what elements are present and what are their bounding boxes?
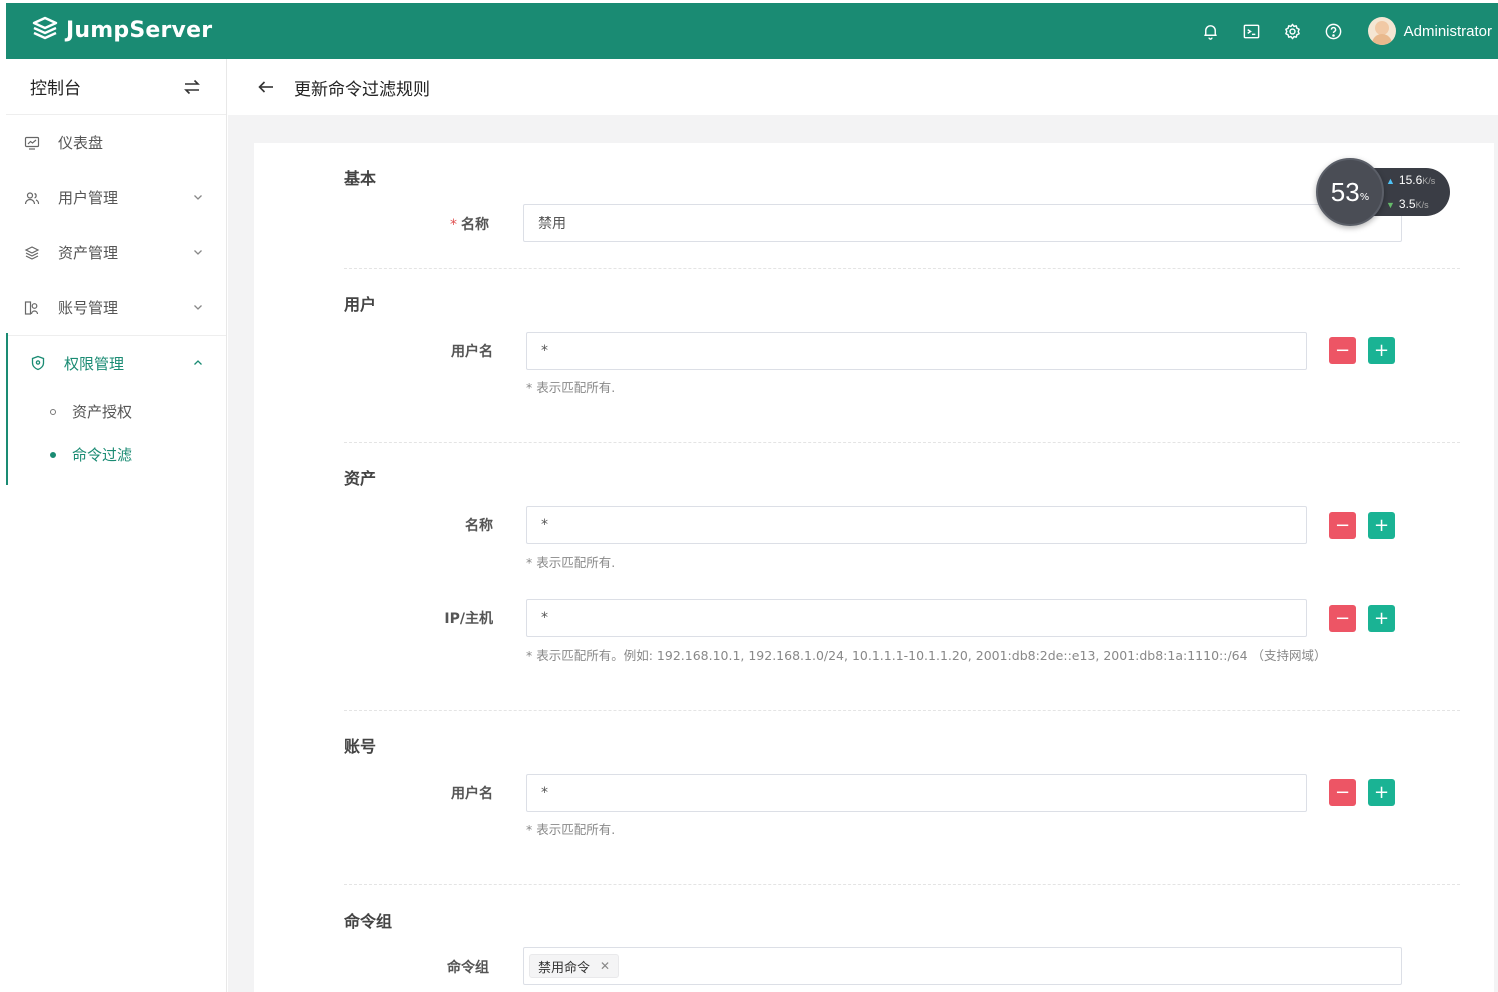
sidebar-item-dashboard[interactable]: 仪表盘 bbox=[6, 115, 226, 170]
sidebar: 控制台 仪表盘 用户管理 资产管理 账号管理 权限管理 资产授权 命令过滤 bbox=[6, 59, 227, 992]
form-card: 基本 * 名称 禁用 用户 用户名 * − + * 表示匹配所有. 资产 名称 *… bbox=[254, 143, 1494, 992]
chevron-up-icon bbox=[194, 360, 202, 365]
user-username-remove-button[interactable]: − bbox=[1329, 337, 1356, 364]
notifications-button[interactable] bbox=[1190, 3, 1231, 59]
asset-name-input[interactable]: * bbox=[526, 506, 1307, 544]
shield-icon bbox=[31, 355, 45, 371]
command-group-select[interactable]: 禁用命令 ✕ bbox=[523, 947, 1402, 985]
console-switcher: 控制台 bbox=[6, 59, 226, 115]
section-title-basic: 基本 bbox=[344, 169, 377, 188]
terminal-icon bbox=[1243, 24, 1259, 38]
tag-label: 禁用命令 bbox=[538, 960, 591, 976]
section-divider bbox=[344, 442, 1460, 443]
sidebar-subitem-label: 资产授权 bbox=[72, 403, 133, 421]
swap-icon[interactable] bbox=[182, 77, 202, 97]
section-divider bbox=[344, 710, 1460, 711]
user-username-label: 用户名 bbox=[451, 344, 493, 360]
sidebar-item-permissions[interactable]: 权限管理 bbox=[6, 335, 226, 390]
sidebar-subitem-asset-permission[interactable]: 资产授权 bbox=[6, 390, 226, 433]
web-terminal-button[interactable] bbox=[1231, 3, 1272, 59]
name-input[interactable]: 禁用 bbox=[523, 204, 1402, 242]
page-title: 更新命令过滤规则 bbox=[294, 79, 430, 100]
sidebar-item-label: 资产管理 bbox=[58, 244, 119, 262]
section-title-users: 用户 bbox=[344, 295, 377, 314]
sidebar-item-users[interactable]: 用户管理 bbox=[6, 170, 226, 225]
chevron-down-icon bbox=[194, 195, 202, 200]
network-speed-widget[interactable]: ▲ 15.6K/s ▼ 3.5K/s 53% bbox=[1316, 158, 1450, 226]
help-icon bbox=[1325, 23, 1341, 39]
chevron-down-icon bbox=[194, 305, 202, 310]
memory-usage-gauge: 53% bbox=[1316, 158, 1384, 226]
upload-rate: ▲ 15.6K/s bbox=[1386, 173, 1436, 187]
sidebar-item-accounts[interactable]: 账号管理 bbox=[6, 280, 226, 335]
users-icon bbox=[24, 191, 40, 204]
user-username-hint: * 表示匹配所有. bbox=[526, 380, 616, 395]
usage-percent: 53 bbox=[1330, 176, 1360, 207]
sidebar-item-label: 用户管理 bbox=[58, 189, 119, 207]
arrow-up-icon: ▲ bbox=[1386, 176, 1395, 186]
section-title-accounts: 账号 bbox=[344, 737, 377, 756]
asset-ip-label: IP/主机 bbox=[444, 611, 493, 627]
account-username-input[interactable]: * bbox=[526, 774, 1307, 812]
page-header: 更新命令过滤规则 bbox=[228, 59, 1498, 115]
console-title: 控制台 bbox=[30, 79, 81, 99]
asset-ip-hint: * 表示匹配所有。例如: 192.168.10.1, 192.168.1.0/2… bbox=[526, 648, 1327, 663]
accounts-icon bbox=[24, 300, 39, 315]
assets-icon bbox=[24, 245, 40, 260]
asset-name-hint: * 表示匹配所有. bbox=[526, 555, 616, 570]
arrow-down-icon: ▼ bbox=[1386, 200, 1395, 210]
top-navbar: JumpServer Administrator bbox=[6, 3, 1498, 59]
section-title-command-groups: 命令组 bbox=[344, 912, 393, 931]
close-icon[interactable]: ✕ bbox=[600, 959, 610, 973]
dashboard-icon bbox=[24, 136, 40, 150]
asset-ip-remove-button[interactable]: − bbox=[1329, 605, 1356, 632]
section-divider bbox=[344, 884, 1460, 885]
brand-logo[interactable]: JumpServer bbox=[30, 15, 212, 45]
command-group-tag: 禁用命令 ✕ bbox=[529, 954, 620, 978]
account-username-label: 用户名 bbox=[451, 786, 493, 802]
name-label: * 名称 bbox=[450, 217, 489, 233]
asset-ip-input[interactable]: * bbox=[526, 599, 1307, 637]
user-username-add-button[interactable]: + bbox=[1368, 337, 1395, 364]
command-group-label: 命令组 bbox=[447, 960, 489, 976]
sidebar-subitem-label: 命令过滤 bbox=[72, 446, 133, 464]
account-username-remove-button[interactable]: − bbox=[1329, 779, 1356, 806]
sidebar-item-assets[interactable]: 资产管理 bbox=[6, 225, 226, 280]
sidebar-item-label: 仪表盘 bbox=[58, 134, 104, 152]
asset-name-add-button[interactable]: + bbox=[1368, 512, 1395, 539]
user-name: Administrator bbox=[1403, 22, 1492, 40]
settings-button[interactable] bbox=[1272, 3, 1313, 59]
gear-icon bbox=[1284, 23, 1300, 39]
account-username-hint: * 表示匹配所有. bbox=[526, 822, 616, 837]
bullet-icon bbox=[50, 408, 56, 415]
active-indicator bbox=[6, 333, 8, 485]
chevron-down-icon bbox=[194, 250, 202, 255]
download-rate: ▼ 3.5K/s bbox=[1386, 197, 1429, 211]
user-username-input[interactable]: * bbox=[526, 332, 1307, 370]
help-button[interactable] bbox=[1313, 3, 1354, 59]
sidebar-item-label: 账号管理 bbox=[58, 299, 119, 317]
bullet-icon bbox=[50, 451, 56, 458]
user-menu[interactable]: Administrator bbox=[1367, 17, 1498, 45]
asset-name-remove-button[interactable]: − bbox=[1329, 512, 1356, 539]
avatar bbox=[1367, 17, 1396, 45]
section-divider bbox=[344, 268, 1460, 269]
sidebar-item-label: 权限管理 bbox=[64, 354, 125, 373]
usage-percent-unit: % bbox=[1359, 191, 1370, 203]
asset-name-label: 名称 bbox=[465, 518, 493, 534]
section-title-assets: 资产 bbox=[344, 469, 377, 488]
bell-icon bbox=[1203, 24, 1217, 40]
jumpserver-logo-icon bbox=[32, 16, 58, 40]
account-username-add-button[interactable]: + bbox=[1368, 779, 1395, 806]
brand-name: JumpServer bbox=[66, 17, 213, 43]
sidebar-subitem-command-filter[interactable]: 命令过滤 bbox=[6, 433, 226, 476]
asset-ip-add-button[interactable]: + bbox=[1368, 605, 1395, 632]
back-arrow-icon[interactable] bbox=[256, 77, 276, 97]
